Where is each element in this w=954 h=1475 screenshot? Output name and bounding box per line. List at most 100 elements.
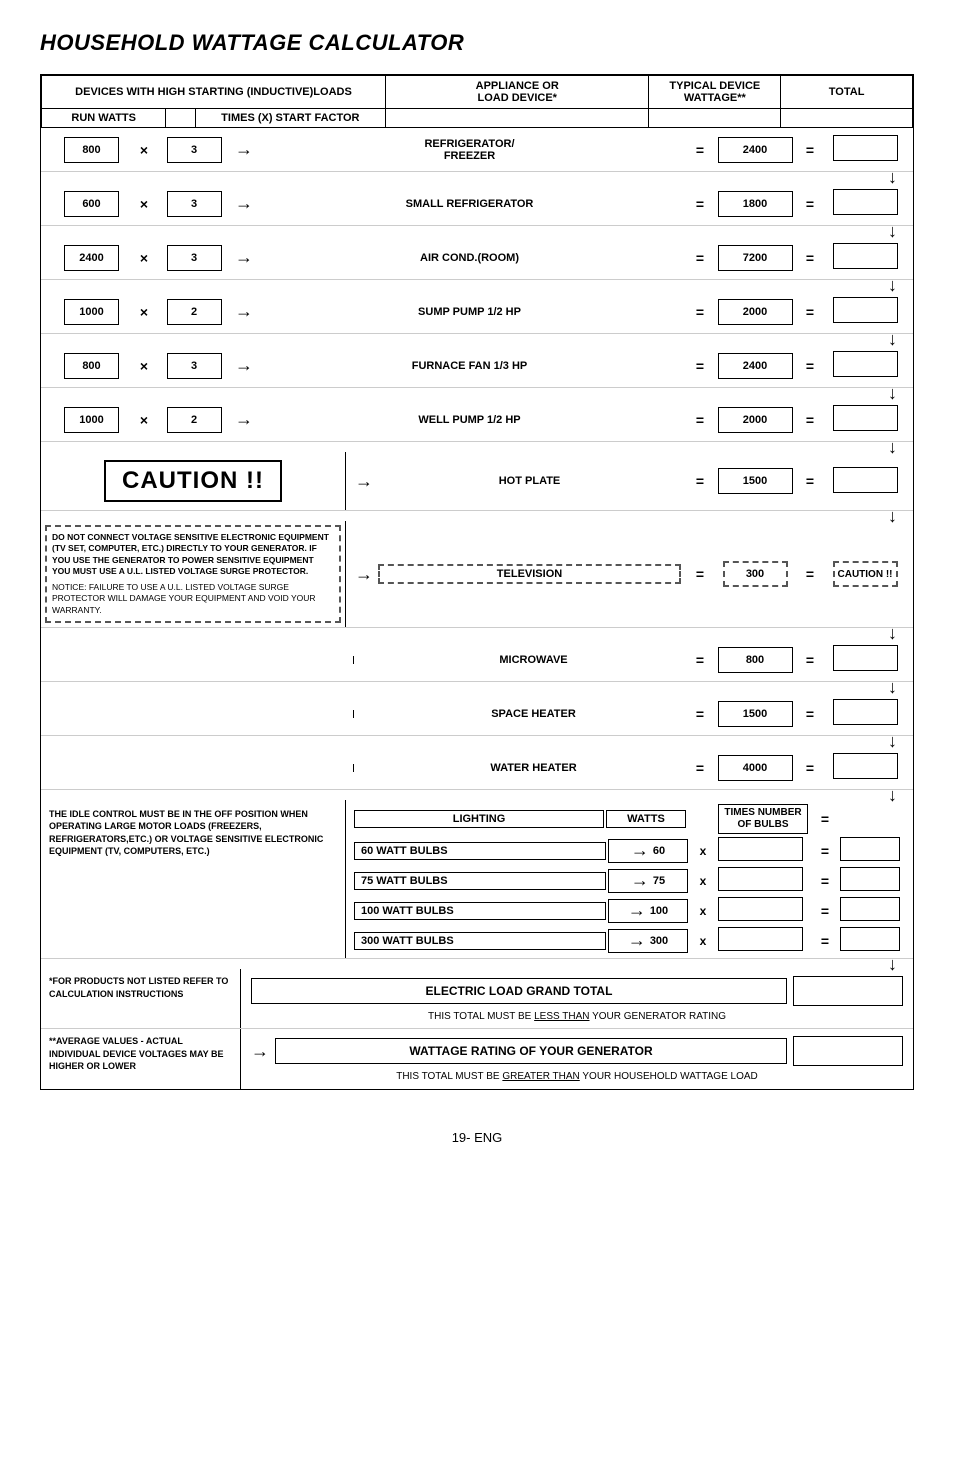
- row2-times: ×: [134, 196, 154, 212]
- row4-times: ×: [134, 304, 154, 320]
- row1-factor: 3: [154, 137, 234, 163]
- wh-label: WATER HEATER: [382, 762, 685, 774]
- row2-arrow: →: [234, 193, 254, 214]
- row1-run-watts: 800: [49, 137, 134, 163]
- row3-eq1: =: [685, 250, 715, 266]
- row5-wattage: 2400: [715, 353, 795, 379]
- row3-eq2: =: [795, 250, 825, 266]
- row4-label: SUMP PUMP 1/2 HP: [254, 306, 685, 318]
- row4-eq2: =: [795, 304, 825, 320]
- mw-wattage: 800: [715, 647, 795, 673]
- row4-factor: 2: [154, 299, 234, 325]
- row6-times: ×: [134, 412, 154, 428]
- lighting-col2-header: WATTS: [606, 810, 686, 828]
- row2-wattage: 1800: [715, 191, 795, 217]
- microwave-left-spacer: [49, 656, 354, 664]
- row6-arrow: →: [234, 409, 254, 430]
- light-60-watts: → 60: [608, 839, 688, 863]
- hot-plate-total: [825, 467, 905, 496]
- wh-eq2: =: [795, 760, 825, 776]
- row1-wattage: 2400: [715, 137, 795, 163]
- page-title: HOUSEHOLD WATTAGE CALCULATOR: [40, 30, 914, 56]
- row1-total: [825, 135, 905, 164]
- mw-total: [825, 645, 905, 674]
- header-wattage-sub: [649, 109, 781, 128]
- header-start-factor: TIMES (X) START FACTOR: [195, 109, 385, 128]
- wh-wattage: 4000: [715, 755, 795, 781]
- light-row-300: 300 WATT BULBS → 300 x =: [354, 927, 905, 954]
- sh-eq1: =: [685, 706, 715, 722]
- hot-plate-eq1: =: [685, 473, 715, 489]
- footnote2: **AVERAGE VALUES - ACTUAL INDIVIDUAL DEV…: [41, 1029, 241, 1089]
- idle-note: THE IDLE CONTROL MUST BE IN THE OFF POSI…: [41, 800, 346, 958]
- header-total-sub: [781, 109, 913, 128]
- light-row-75: 75 WATT BULBS → 75 x =: [354, 867, 905, 894]
- hot-plate-label: HOT PLATE: [374, 475, 685, 487]
- sh-label: SPACE HEATER: [382, 708, 685, 720]
- lighting-col1-header: LIGHTING: [354, 810, 604, 828]
- row2-total: [825, 189, 905, 218]
- row3-total: [825, 243, 905, 272]
- tv-arrow: →: [354, 564, 374, 585]
- tv-label: TELEVISION: [378, 564, 681, 584]
- row2-label: SMALL REFRIGERATOR: [254, 198, 685, 210]
- hot-plate-wattage: 1500: [715, 468, 795, 494]
- generator-arrow: →: [251, 1041, 269, 1062]
- mw-eq1: =: [685, 652, 715, 668]
- row6-label: WELL PUMP 1/2 HP: [254, 414, 685, 426]
- row4-arrow: →: [234, 301, 254, 322]
- hot-plate-eq2: =: [795, 473, 825, 489]
- light-row-100: 100 WATT BULBS → 100 x =: [354, 897, 905, 924]
- header-inductive: DEVICES WITH HIGH STARTING (INDUCTIVE)LO…: [42, 76, 386, 109]
- sh-eq2: =: [795, 706, 825, 722]
- header-typical: TYPICAL DEVICEWATTAGE**: [649, 76, 781, 109]
- grand-total-note: THIS TOTAL MUST BE LESS THAN YOUR GENERA…: [251, 1011, 903, 1022]
- row3-run-watts: 2400: [49, 245, 134, 271]
- generator-label: WATTAGE RATING OF YOUR GENERATOR: [275, 1038, 787, 1064]
- generator-box: [793, 1036, 903, 1066]
- wh-left-spacer: [49, 764, 354, 772]
- row3-arrow: →: [234, 247, 254, 268]
- row1-label: REFRIGERATOR/FREEZER: [254, 138, 685, 162]
- row6-total: [825, 405, 905, 434]
- row6-factor: 2: [154, 407, 234, 433]
- row4-total: [825, 297, 905, 326]
- tv-total: CAUTION !!: [825, 561, 905, 587]
- generator-note: THIS TOTAL MUST BE GREATER THAN YOUR HOU…: [251, 1071, 903, 1082]
- header-appliance-sub: [385, 109, 648, 128]
- lighting-eq-header: =: [810, 811, 840, 827]
- grand-total-box: [793, 976, 903, 1006]
- tv-eq2: =: [795, 566, 825, 582]
- row6-eq2: =: [795, 412, 825, 428]
- mw-eq2: =: [795, 652, 825, 668]
- row5-total: [825, 351, 905, 380]
- sh-left-spacer: [49, 710, 354, 718]
- row5-arrow: →: [234, 355, 254, 376]
- header-sep: [166, 109, 195, 128]
- tv-wattage: 300: [715, 561, 795, 587]
- row3-wattage: 7200: [715, 245, 795, 271]
- row4-run-watts: 1000: [49, 299, 134, 325]
- tv-eq1: =: [685, 566, 715, 582]
- row1-times: ×: [134, 142, 154, 158]
- row5-factor: 3: [154, 353, 234, 379]
- mw-label: MICROWAVE: [382, 654, 685, 666]
- row3-factor: 3: [154, 245, 234, 271]
- light-60-x: x: [688, 844, 718, 858]
- row2-run-watts: 600: [49, 191, 134, 217]
- row3-times: ×: [134, 250, 154, 266]
- row5-label: FURNACE FAN 1/3 HP: [254, 360, 685, 372]
- caution-note: DO NOT CONNECT VOLTAGE SENSITIVE ELECTRO…: [45, 525, 341, 623]
- row2-eq1: =: [685, 196, 715, 212]
- row1-arrow: →: [234, 139, 254, 160]
- grand-total-label: ELECTRIC LOAD GRAND TOTAL: [251, 978, 787, 1004]
- light-row-60: 60 WATT BULBS → 60 x =: [354, 837, 905, 864]
- header-run-watts: RUN WATTS: [42, 109, 166, 128]
- row4-eq1: =: [685, 304, 715, 320]
- row5-run-watts: 800: [49, 353, 134, 379]
- row2-eq2: =: [795, 196, 825, 212]
- sh-total: [825, 699, 905, 728]
- footnote1: *FOR PRODUCTS NOT LISTED REFER TO CALCUL…: [41, 969, 241, 1028]
- row6-run-watts: 1000: [49, 407, 134, 433]
- row3-label: AIR COND.(ROOM): [254, 252, 685, 264]
